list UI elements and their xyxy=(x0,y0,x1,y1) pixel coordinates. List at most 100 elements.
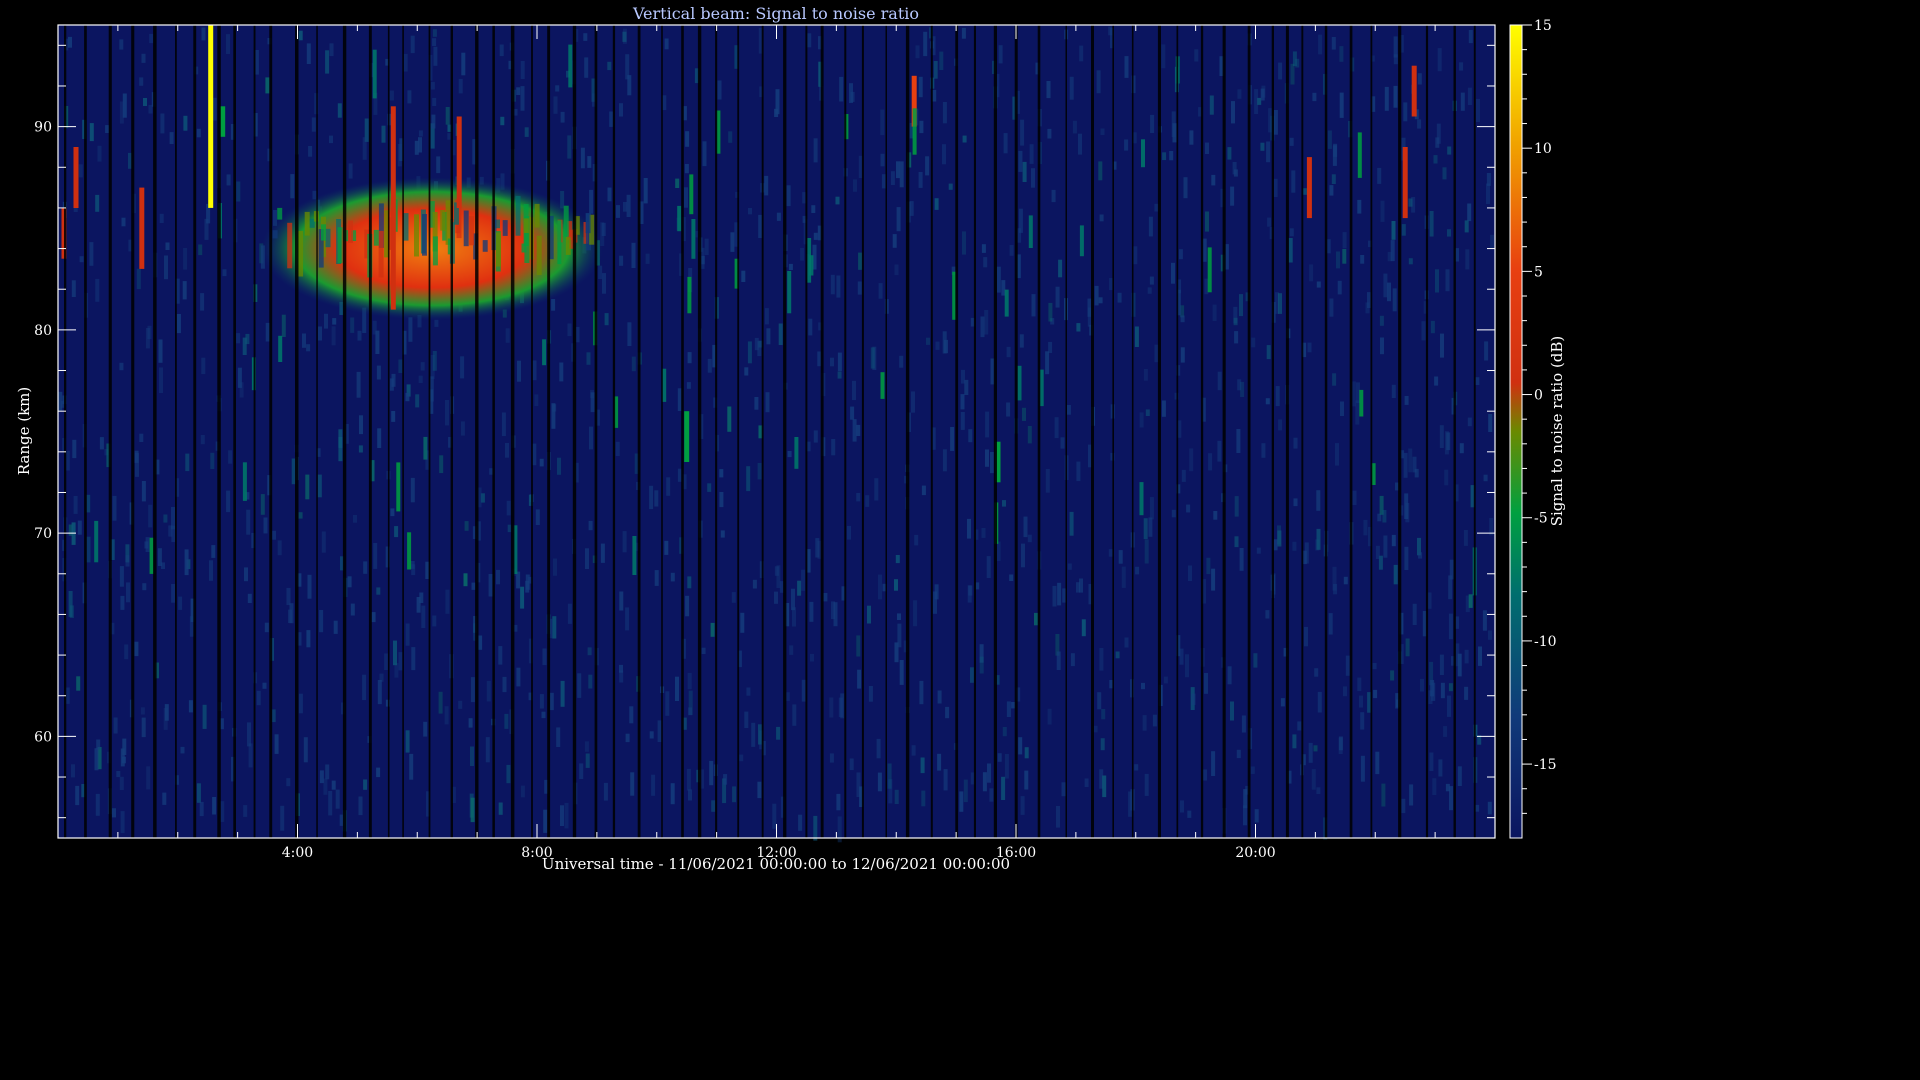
data-gap xyxy=(387,25,390,838)
noise-speckle xyxy=(914,534,919,546)
noise-speckle xyxy=(171,584,176,603)
noise-speckle xyxy=(751,722,756,747)
noise-speckle xyxy=(263,517,268,534)
noise-speckle xyxy=(664,540,669,555)
noise-speckle xyxy=(717,80,722,100)
noise-speckle xyxy=(398,359,403,373)
noise-speckle xyxy=(1099,214,1104,222)
noise-speckle xyxy=(1404,396,1409,405)
echo-layer-cell xyxy=(287,222,293,269)
noise-speckle xyxy=(847,525,851,540)
noise-speckle xyxy=(228,450,233,464)
noise-speckle xyxy=(180,746,185,754)
noise-speckle xyxy=(1069,511,1074,536)
echo-streak xyxy=(407,532,412,570)
noise-speckle xyxy=(584,741,589,752)
noise-speckle xyxy=(589,426,593,450)
noise-speckle xyxy=(1408,198,1413,207)
noise-speckle xyxy=(1023,516,1028,538)
noise-speckle xyxy=(200,435,205,445)
noise-speckle xyxy=(1162,152,1167,161)
noise-speckle xyxy=(1490,234,1495,249)
data-gap xyxy=(1131,25,1134,838)
noise-speckle xyxy=(967,518,971,539)
noise-speckle xyxy=(1147,287,1152,294)
noise-speckle xyxy=(967,585,972,603)
colorbar-tick-label: 0 xyxy=(1534,388,1543,404)
noise-speckle xyxy=(1273,178,1278,197)
noise-speckle xyxy=(604,313,609,326)
noise-speckle xyxy=(319,770,324,784)
noise-speckle xyxy=(516,667,521,687)
noise-speckle xyxy=(496,569,500,585)
noise-speckle xyxy=(377,680,382,705)
noise-speckle xyxy=(896,161,900,179)
noise-speckle xyxy=(1118,550,1123,564)
noise-speckle xyxy=(1124,139,1129,151)
noise-speckle xyxy=(959,791,964,812)
noise-speckle xyxy=(260,494,265,515)
noise-speckle xyxy=(120,811,125,834)
noise-speckle xyxy=(1144,539,1149,564)
noise-speckle xyxy=(411,647,416,671)
noise-speckle xyxy=(584,57,589,78)
noise-speckle xyxy=(1239,548,1244,571)
noise-speckle xyxy=(1144,773,1149,796)
noise-speckle xyxy=(376,365,381,380)
noise-speckle xyxy=(308,146,313,157)
noise-speckle xyxy=(1443,726,1448,737)
data-gap xyxy=(1324,25,1328,838)
data-gap xyxy=(175,25,177,838)
noise-speckle xyxy=(1150,114,1155,133)
data-gap xyxy=(1091,25,1094,838)
y-tick-label: 60 xyxy=(34,729,52,745)
noise-speckle xyxy=(577,673,582,698)
noise-speckle xyxy=(375,330,380,354)
noise-speckle xyxy=(852,380,856,401)
noise-speckle xyxy=(161,562,165,569)
noise-speckle xyxy=(1117,292,1122,303)
noise-speckle xyxy=(1420,678,1424,692)
noise-speckle xyxy=(1236,429,1241,453)
noise-speckle xyxy=(1435,137,1440,148)
noise-speckle xyxy=(643,178,648,204)
noise-speckle xyxy=(791,588,795,611)
noise-speckle xyxy=(980,316,985,338)
noise-speckle xyxy=(590,392,595,413)
noise-speckle xyxy=(997,753,1002,762)
noise-speckle xyxy=(1054,417,1059,439)
noise-speckle xyxy=(1314,668,1319,677)
noise-speckle xyxy=(506,500,511,516)
noise-speckle xyxy=(1439,654,1444,675)
noise-speckle xyxy=(757,341,762,357)
noise-speckle xyxy=(1478,646,1482,666)
noise-speckle xyxy=(120,595,125,610)
data-gap xyxy=(1271,25,1274,838)
noise-speckle xyxy=(937,753,942,771)
noise-speckle xyxy=(752,579,757,589)
noise-speckle xyxy=(376,767,381,778)
noise-speckle xyxy=(332,318,337,325)
noise-speckle xyxy=(719,469,724,478)
noise-speckle xyxy=(1377,513,1382,522)
noise-speckle xyxy=(460,356,465,379)
noise-speckle xyxy=(1445,269,1450,292)
noise-speckle xyxy=(1256,547,1261,554)
noise-speckle xyxy=(878,283,883,299)
noise-speckle xyxy=(918,76,923,98)
data-gap xyxy=(1398,25,1402,838)
noise-speckle xyxy=(874,478,879,501)
noise-speckle xyxy=(445,589,450,614)
noise-speckle xyxy=(962,135,967,143)
noise-speckle xyxy=(1448,575,1453,600)
echo-streak xyxy=(689,174,694,215)
noise-speckle xyxy=(1230,701,1234,721)
noise-speckle xyxy=(1121,566,1126,588)
noise-speckle xyxy=(615,441,620,456)
noise-speckle xyxy=(236,181,241,202)
noise-speckle xyxy=(1329,185,1334,196)
noise-speckle xyxy=(899,355,904,368)
noise-speckle xyxy=(99,437,104,450)
noise-speckle xyxy=(1375,751,1380,775)
noise-speckle xyxy=(199,801,204,817)
